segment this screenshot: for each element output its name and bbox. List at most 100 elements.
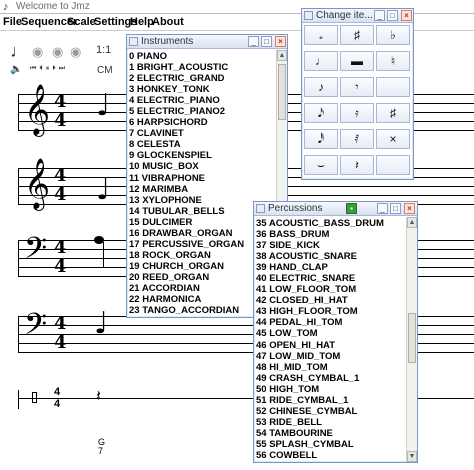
- list-item[interactable]: 50 HIGH_TOM: [256, 384, 406, 395]
- list-item[interactable]: 12 MARIMBA: [129, 184, 277, 195]
- percussions-window[interactable]: Percussions ▪ _ □ × 35 ACOUSTIC_BASS_DRU…: [253, 201, 418, 463]
- maximize-button[interactable]: □: [387, 10, 398, 21]
- note-grid-cell[interactable]: 𝅀: [340, 129, 374, 149]
- note-grid-cell[interactable]: ♭: [376, 25, 410, 45]
- note-grid-cell[interactable]: ♯: [376, 103, 410, 123]
- volume-icon[interactable]: 🔈: [10, 64, 22, 75]
- minimize-button[interactable]: _: [377, 203, 388, 214]
- note-grid-cell[interactable]: 𝄽: [340, 155, 374, 175]
- instruments-title: Instruments: [141, 36, 194, 47]
- scroll-thumb[interactable]: [408, 313, 416, 363]
- change-item-window[interactable]: Change ite... _ □ × 𝅗 ♯ ♭ ♩ ▬ ♮ ♪ 𝄾 𝅘𝅥𝅯 𝄿 ♯ 𝅘𝅥𝅰 𝅀 × ⌣ 𝄽: [301, 8, 414, 180]
- list-item[interactable]: 55 SPLASH_CYMBAL: [256, 439, 406, 450]
- quarter-note-icon[interactable]: ♩: [10, 42, 28, 60]
- list-item[interactable]: 41 LOW_FLOOR_TOM: [256, 284, 406, 295]
- list-item[interactable]: 42 CLOSED_HI_HAT: [256, 295, 406, 306]
- list-item[interactable]: 5 ELECTRIC_PIANO2: [129, 106, 277, 117]
- list-item[interactable]: 10 MUSIC_BOX: [129, 161, 277, 172]
- minimize-button[interactable]: _: [374, 10, 385, 21]
- note-grid-cell[interactable]: [376, 155, 410, 175]
- note-grid-cell[interactable]: 𝅘𝅥𝅯: [304, 103, 338, 123]
- time-signature-top: 4: [54, 237, 67, 258]
- list-item[interactable]: 44 PEDAL_HI_TOM: [256, 317, 406, 328]
- list-item[interactable]: 3 HONKEY_TONK: [129, 84, 277, 95]
- note-grid-cell[interactable]: [376, 77, 410, 97]
- scroll-thumb[interactable]: [278, 64, 286, 120]
- list-item[interactable]: 46 OPEN_HI_HAT: [256, 340, 406, 351]
- menu-scale[interactable]: Scale: [67, 16, 96, 28]
- app-note-icon: ♪: [3, 1, 9, 13]
- note-grid-cell[interactable]: ×: [376, 129, 410, 149]
- list-item[interactable]: 45 LOW_TOM: [256, 328, 406, 339]
- quarter-note[interactable]: ♩: [96, 88, 110, 123]
- note-grid: 𝅗 ♯ ♭ ♩ ▬ ♮ ♪ 𝄾 𝅘𝅥𝅯 𝄿 ♯ 𝅘𝅥𝅰 𝅀 × ⌣ 𝄽: [304, 25, 412, 181]
- note-grid-cell[interactable]: 𝅗: [304, 25, 338, 45]
- scroll-up-arrow-icon[interactable]: ▲: [407, 217, 417, 228]
- time-signature-bottom: 4: [54, 184, 67, 205]
- list-item[interactable]: 48 HI_MID_TOM: [256, 362, 406, 373]
- time-signature-bottom: 4: [54, 110, 67, 131]
- list-item[interactable]: 4 ELECTRIC_PIANO: [129, 95, 277, 106]
- loop-icon[interactable]: ◉: [70, 44, 81, 60]
- list-item[interactable]: 49 CRASH_CYMBAL_1: [256, 373, 406, 384]
- list-item[interactable]: 39 HAND_CLAP: [256, 262, 406, 273]
- percussions-scrollbar[interactable]: ▲ ▼: [406, 217, 417, 462]
- note-grid-cell[interactable]: ♪: [304, 77, 338, 97]
- time-signature-top: 4: [54, 386, 61, 398]
- list-item[interactable]: 0 PIANO: [129, 51, 277, 62]
- list-item[interactable]: 37 SIDE_KICK: [256, 240, 406, 251]
- key-signature: CM: [97, 65, 113, 76]
- time-signature-top: 4: [54, 91, 67, 112]
- list-item[interactable]: 56 COWBELL: [256, 450, 406, 461]
- list-item[interactable]: 2 ELECTRIC_GRAND: [129, 73, 277, 84]
- quarter-rest-icon[interactable]: 𝄽: [96, 386, 101, 406]
- note-grid-cell[interactable]: ♯: [340, 25, 374, 45]
- menu-about[interactable]: About: [152, 16, 184, 28]
- list-item[interactable]: 54 TAMBOURINE: [256, 428, 406, 439]
- close-button[interactable]: ×: [401, 10, 412, 21]
- note-stem: [103, 242, 104, 268]
- quarter-note[interactable]: ♩: [96, 172, 110, 207]
- list-item[interactable]: 35 ACOUSTIC_BASS_DRUM: [256, 218, 406, 229]
- maximize-button[interactable]: □: [390, 203, 401, 214]
- quarter-note[interactable]: ♩: [94, 306, 108, 341]
- note-grid-cell[interactable]: 𝄾: [340, 77, 374, 97]
- note-grid-cell[interactable]: 𝅘𝅥𝅰: [304, 129, 338, 149]
- list-item[interactable]: 6 HARPSICHORD: [129, 117, 277, 128]
- stop-icon[interactable]: ◉: [52, 44, 63, 60]
- list-item[interactable]: 51 RIDE_CYMBAL_1: [256, 395, 406, 406]
- window-icon: [129, 37, 138, 46]
- time-signature-top: 4: [54, 165, 67, 186]
- list-item[interactable]: 47 LOW_MID_TOM: [256, 351, 406, 362]
- list-item[interactable]: 40 ELECTRIC_SNARE: [256, 273, 406, 284]
- list-item[interactable]: 43 HIGH_FLOOR_TOM: [256, 306, 406, 317]
- scroll-up-arrow-icon[interactable]: ▲: [277, 50, 287, 61]
- list-item[interactable]: 52 CHINESE_CYMBAL: [256, 406, 406, 417]
- scroll-down-arrow-icon[interactable]: ▼: [407, 451, 417, 462]
- play-icon[interactable]: ◉: [32, 44, 43, 60]
- note-grid-cell[interactable]: ♮: [376, 51, 410, 71]
- time-signature-top: 4: [54, 313, 67, 334]
- close-button[interactable]: ×: [275, 36, 286, 47]
- list-item[interactable]: 9 GLOCKENSPIEL: [129, 150, 277, 161]
- note-grid-cell[interactable]: ♩: [304, 51, 338, 71]
- green-status-icon[interactable]: ▪: [346, 203, 357, 214]
- menu-file[interactable]: File: [3, 16, 22, 28]
- list-item[interactable]: 7 CLAVINET: [129, 128, 277, 139]
- maximize-button[interactable]: □: [261, 36, 272, 47]
- chord-degree: 7: [98, 446, 104, 456]
- transport-controls-icon[interactable]: ⏮⏴⏸⏵⏭: [30, 65, 68, 73]
- list-item[interactable]: 11 VIBRAPHONE: [129, 173, 277, 184]
- menu-help[interactable]: Help: [130, 16, 154, 28]
- percussions-list[interactable]: 35 ACOUSTIC_BASS_DRUM 36 BASS_DRUM 37 SIDE…: [256, 218, 406, 463]
- list-item[interactable]: 8 CELESTA: [129, 139, 277, 150]
- list-item[interactable]: 38 ACOUSTIC_SNARE: [256, 251, 406, 262]
- note-grid-cell[interactable]: ▬: [340, 51, 374, 71]
- note-grid-cell[interactable]: 𝄿: [340, 103, 374, 123]
- note-grid-cell[interactable]: ⌣: [304, 155, 338, 175]
- close-button[interactable]: ×: [404, 203, 415, 214]
- list-item[interactable]: 53 RIDE_BELL: [256, 417, 406, 428]
- list-item[interactable]: 36 BASS_DRUM: [256, 229, 406, 240]
- list-item[interactable]: 1 BRIGHT_ACOUSTIC: [129, 62, 277, 73]
- minimize-button[interactable]: _: [248, 36, 259, 47]
